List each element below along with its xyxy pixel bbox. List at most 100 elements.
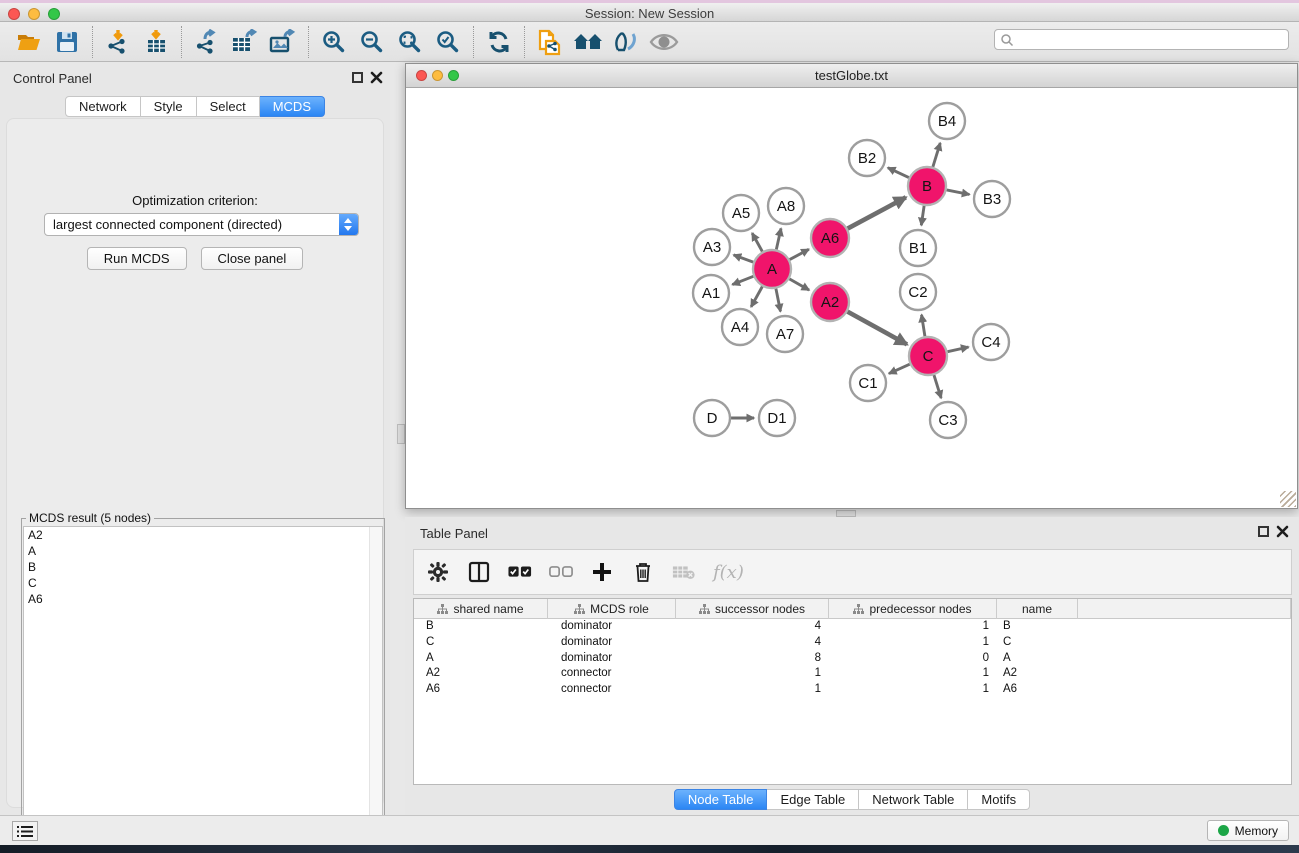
resize-grip-icon[interactable]	[1280, 491, 1296, 507]
float-panel-icon[interactable]	[352, 72, 363, 83]
table-cell[interactable]: 1	[829, 619, 997, 635]
split-pane-handle[interactable]	[397, 424, 405, 444]
task-history-button[interactable]	[12, 821, 38, 841]
table-row[interactable]: Adominator80A	[414, 651, 1291, 667]
graph-edge-B-B1[interactable]	[921, 206, 924, 225]
float-panel-icon[interactable]	[1258, 526, 1269, 537]
graph-edge-B-B2[interactable]	[888, 168, 909, 178]
delete-table-icon[interactable]	[672, 560, 696, 584]
column-header-predecessor-nodes[interactable]: predecessor nodes	[829, 599, 997, 619]
select-all-columns-icon[interactable]	[508, 560, 532, 584]
mcds-result-item[interactable]: A2	[24, 527, 382, 543]
table-cell[interactable]: dominator	[548, 635, 676, 651]
import-table-icon[interactable]	[137, 25, 175, 59]
table-cell[interactable]: A6	[414, 682, 548, 698]
search-input[interactable]	[1014, 31, 1288, 48]
close-panel-button[interactable]: Close panel	[201, 247, 304, 270]
function-builder-icon[interactable]: f(x)	[713, 562, 744, 583]
show-hide-icon[interactable]	[607, 25, 645, 59]
scrollbar-track[interactable]	[369, 527, 382, 850]
create-column-icon[interactable]	[590, 560, 614, 584]
graph-edge-A-A6[interactable]	[790, 249, 809, 259]
table-row[interactable]: Bdominator41B	[414, 619, 1291, 635]
table-cell[interactable]: connector	[548, 666, 676, 682]
table-row[interactable]: A2connector11A2	[414, 666, 1291, 682]
column-header-mcds-role[interactable]: MCDS role	[548, 599, 676, 619]
graph-edge-A2-C[interactable]	[848, 312, 907, 345]
search-field[interactable]	[994, 29, 1289, 50]
graph-edge-A-A7[interactable]	[776, 289, 781, 312]
graph-edge-A-A5[interactable]	[752, 233, 762, 251]
table-cell[interactable]: 0	[829, 651, 997, 667]
table-cell[interactable]: A	[414, 651, 548, 667]
table-cell[interactable]: A	[997, 651, 1078, 667]
graph-edge-C-C2[interactable]	[922, 315, 925, 337]
table-cell[interactable]: 1	[829, 635, 997, 651]
tab-node-table[interactable]: Node Table	[674, 789, 768, 810]
tab-mcds[interactable]: MCDS	[260, 96, 325, 117]
close-panel-icon[interactable]	[1276, 525, 1289, 538]
tab-network[interactable]: Network	[65, 96, 141, 117]
column-header-name[interactable]: name	[997, 599, 1078, 619]
mcds-result-item[interactable]: B	[24, 559, 382, 575]
tab-network-table[interactable]: Network Table	[859, 789, 968, 810]
table-cell[interactable]: C	[414, 635, 548, 651]
graph-edge-C-C4[interactable]	[948, 347, 969, 352]
graph-edge-C-C3[interactable]	[934, 375, 941, 398]
home-icon[interactable]	[569, 25, 607, 59]
table-cell[interactable]: A2	[414, 666, 548, 682]
deselect-all-columns-icon[interactable]	[549, 560, 573, 584]
table-cell[interactable]: 4	[676, 635, 829, 651]
tab-select[interactable]: Select	[197, 96, 260, 117]
table-cell[interactable]: A6	[997, 682, 1078, 698]
graph-edge-C-C1[interactable]	[889, 364, 910, 373]
zoom-selected-icon[interactable]	[429, 25, 467, 59]
table-cell[interactable]: B	[414, 619, 548, 635]
table-cell[interactable]: A2	[997, 666, 1078, 682]
graph-edge-A-A1[interactable]	[732, 276, 753, 284]
split-pane-handle[interactable]	[836, 510, 856, 517]
export-image-icon[interactable]	[264, 25, 302, 59]
table-cell[interactable]: 1	[676, 682, 829, 698]
graph-edge-B-B4[interactable]	[933, 143, 940, 167]
tab-style[interactable]: Style	[141, 96, 197, 117]
export-network-icon[interactable]	[188, 25, 226, 59]
network-file-icon[interactable]	[531, 25, 569, 59]
table-cell[interactable]: C	[997, 635, 1078, 651]
tab-motifs[interactable]: Motifs	[968, 789, 1030, 810]
graph-edge-A-A3[interactable]	[734, 255, 754, 262]
table-cell[interactable]: 8	[676, 651, 829, 667]
table-row[interactable]: A6connector11A6	[414, 682, 1291, 698]
mcds-result-item[interactable]: A	[24, 543, 382, 559]
table-cell[interactable]: connector	[548, 682, 676, 698]
table-cell[interactable]: 1	[829, 682, 997, 698]
graph-edge-A-A4[interactable]	[751, 287, 762, 307]
mcds-result-item[interactable]: C	[24, 575, 382, 591]
table-row[interactable]: Cdominator41C	[414, 635, 1291, 651]
graph-edge-A-A2[interactable]	[789, 279, 809, 290]
table-cell[interactable]: 1	[829, 666, 997, 682]
tab-edge-table[interactable]: Edge Table	[767, 789, 859, 810]
birdseye-icon[interactable]	[645, 25, 683, 59]
table-cell[interactable]: dominator	[548, 651, 676, 667]
export-table-icon[interactable]	[226, 25, 264, 59]
network-canvas[interactable]: B4B2BB3A8A5A6A3B1AA1C2A2A4A7C4CC1C3DD1	[406, 88, 1297, 508]
column-header-successor-nodes[interactable]: successor nodes	[676, 599, 829, 619]
zoom-in-icon[interactable]	[315, 25, 353, 59]
zoom-out-icon[interactable]	[353, 25, 391, 59]
save-session-icon[interactable]	[48, 25, 86, 59]
memory-button[interactable]: Memory	[1207, 820, 1289, 841]
close-panel-icon[interactable]	[370, 71, 383, 84]
graph-edge-B-B3[interactable]	[947, 190, 970, 195]
optimization-criterion-select[interactable]: largest connected component (directed)	[44, 213, 359, 236]
mcds-result-list[interactable]: A2ABCA6	[23, 526, 383, 851]
refresh-icon[interactable]	[480, 25, 518, 59]
open-file-icon[interactable]	[10, 25, 48, 59]
mcds-result-item[interactable]: A6	[24, 591, 382, 607]
table-cell[interactable]: dominator	[548, 619, 676, 635]
graph-edge-A6-B[interactable]	[848, 197, 906, 228]
column-header-shared-name[interactable]: shared name	[414, 599, 548, 619]
import-network-icon[interactable]	[99, 25, 137, 59]
table-settings-gear-icon[interactable]	[426, 560, 450, 584]
table-cell[interactable]: B	[997, 619, 1078, 635]
